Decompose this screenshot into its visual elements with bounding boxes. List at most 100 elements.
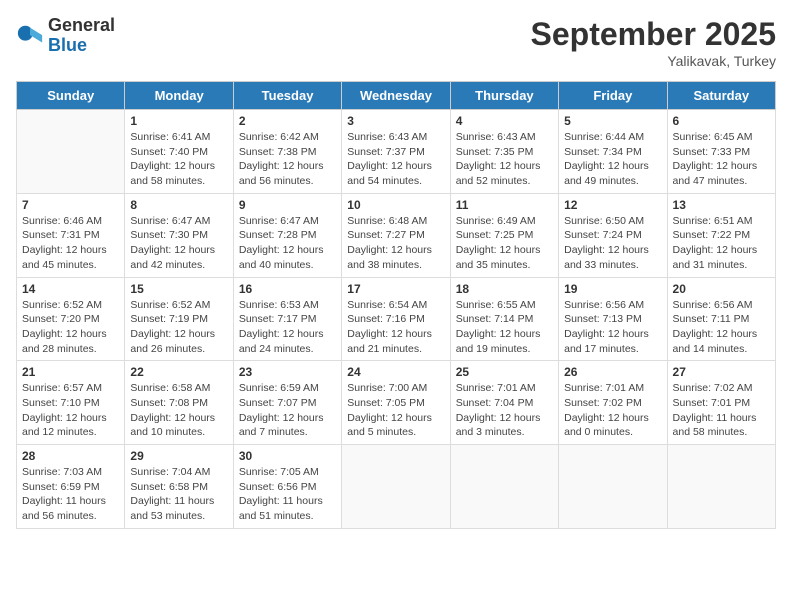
day-number: 7	[22, 198, 119, 212]
day-info: Sunrise: 6:56 AM Sunset: 7:13 PM Dayligh…	[564, 298, 661, 357]
day-info: Sunrise: 7:05 AM Sunset: 6:56 PM Dayligh…	[239, 465, 336, 524]
day-number: 12	[564, 198, 661, 212]
day-info: Sunrise: 6:56 AM Sunset: 7:11 PM Dayligh…	[673, 298, 770, 357]
calendar-day-cell: 7 Sunrise: 6:46 AM Sunset: 7:31 PM Daylig…	[17, 193, 125, 277]
calendar-week-row: 7 Sunrise: 6:46 AM Sunset: 7:31 PM Daylig…	[17, 193, 776, 277]
day-info: Sunrise: 6:43 AM Sunset: 7:37 PM Dayligh…	[347, 130, 444, 189]
calendar-body: 1 Sunrise: 6:41 AM Sunset: 7:40 PM Daylig…	[17, 110, 776, 529]
day-number: 13	[673, 198, 770, 212]
calendar-day-cell: 4Sunrise: 6:43 AM Sunset: 7:35 PM Daylig…	[450, 110, 558, 194]
day-number: 10	[347, 198, 444, 212]
calendar-day-cell: 24Sunrise: 7:00 AM Sunset: 7:05 PM Dayli…	[342, 361, 450, 445]
day-info: Sunrise: 6:46 AM Sunset: 7:31 PM Dayligh…	[22, 214, 119, 273]
page-header: General Blue September 2025 Yalikavak, T…	[16, 16, 776, 69]
calendar-day-cell: 15Sunrise: 6:52 AM Sunset: 7:19 PM Dayli…	[125, 277, 233, 361]
day-number: 15	[130, 282, 227, 296]
calendar-day-cell: 19 Sunrise: 6:56 AM Sunset: 7:13 PM Dayli…	[559, 277, 667, 361]
day-number: 26	[564, 365, 661, 379]
day-info: Sunrise: 6:52 AM Sunset: 7:20 PM Dayligh…	[22, 298, 119, 357]
weekday-header-cell: Thursday	[450, 82, 558, 110]
day-number: 30	[239, 449, 336, 463]
day-number: 23	[239, 365, 336, 379]
day-info: Sunrise: 6:49 AM Sunset: 7:25 PM Dayligh…	[456, 214, 553, 273]
day-info: Sunrise: 6:47 AM Sunset: 7:28 PM Dayligh…	[239, 214, 336, 273]
calendar-day-cell: 20 Sunrise: 6:56 AM Sunset: 7:11 PM Dayli…	[667, 277, 775, 361]
day-number: 8	[130, 198, 227, 212]
logo-text: General Blue	[48, 16, 115, 56]
calendar-day-cell: 10Sunrise: 6:48 AM Sunset: 7:27 PM Dayli…	[342, 193, 450, 277]
day-number: 6	[673, 114, 770, 128]
logo-general: General	[48, 16, 115, 36]
day-info: Sunrise: 6:59 AM Sunset: 7:07 PM Dayligh…	[239, 381, 336, 440]
day-info: Sunrise: 7:04 AM Sunset: 6:58 PM Dayligh…	[130, 465, 227, 524]
calendar-day-cell: 11 Sunrise: 6:49 AM Sunset: 7:25 PM Dayli…	[450, 193, 558, 277]
day-info: Sunrise: 7:00 AM Sunset: 7:05 PM Dayligh…	[347, 381, 444, 440]
day-number: 25	[456, 365, 553, 379]
calendar-week-row: 1 Sunrise: 6:41 AM Sunset: 7:40 PM Daylig…	[17, 110, 776, 194]
calendar-day-cell: 6 Sunrise: 6:45 AM Sunset: 7:33 PM Daylig…	[667, 110, 775, 194]
calendar-day-cell: 1 Sunrise: 6:41 AM Sunset: 7:40 PM Daylig…	[125, 110, 233, 194]
calendar-day-cell: 12 Sunrise: 6:50 AM Sunset: 7:24 PM Dayli…	[559, 193, 667, 277]
day-number: 16	[239, 282, 336, 296]
day-info: Sunrise: 7:03 AM Sunset: 6:59 PM Dayligh…	[22, 465, 119, 524]
calendar-week-row: 14 Sunrise: 6:52 AM Sunset: 7:20 PM Dayli…	[17, 277, 776, 361]
weekday-header-row: SundayMondayTuesdayWednesdayThursdayFrid…	[17, 82, 776, 110]
weekday-header-cell: Monday	[125, 82, 233, 110]
calendar-day-cell: 5Sunrise: 6:44 AM Sunset: 7:34 PM Daylig…	[559, 110, 667, 194]
day-info: Sunrise: 6:55 AM Sunset: 7:14 PM Dayligh…	[456, 298, 553, 357]
calendar-day-cell	[667, 445, 775, 529]
weekday-header-cell: Sunday	[17, 82, 125, 110]
calendar-day-cell	[450, 445, 558, 529]
day-info: Sunrise: 7:01 AM Sunset: 7:02 PM Dayligh…	[564, 381, 661, 440]
calendar-day-cell: 29 Sunrise: 7:04 AM Sunset: 6:58 PM Dayli…	[125, 445, 233, 529]
calendar-day-cell: 14 Sunrise: 6:52 AM Sunset: 7:20 PM Dayli…	[17, 277, 125, 361]
day-number: 22	[130, 365, 227, 379]
day-number: 14	[22, 282, 119, 296]
day-info: Sunrise: 6:45 AM Sunset: 7:33 PM Dayligh…	[673, 130, 770, 189]
calendar-day-cell: 25 Sunrise: 7:01 AM Sunset: 7:04 PM Dayli…	[450, 361, 558, 445]
calendar-day-cell: 30 Sunrise: 7:05 AM Sunset: 6:56 PM Dayli…	[233, 445, 341, 529]
logo-icon	[16, 22, 44, 50]
calendar-day-cell: 27Sunrise: 7:02 AM Sunset: 7:01 PM Dayli…	[667, 361, 775, 445]
day-number: 29	[130, 449, 227, 463]
logo-blue: Blue	[48, 36, 115, 56]
day-info: Sunrise: 6:41 AM Sunset: 7:40 PM Dayligh…	[130, 130, 227, 189]
day-info: Sunrise: 6:58 AM Sunset: 7:08 PM Dayligh…	[130, 381, 227, 440]
calendar-day-cell: 26 Sunrise: 7:01 AM Sunset: 7:02 PM Dayli…	[559, 361, 667, 445]
calendar-day-cell: 13 Sunrise: 6:51 AM Sunset: 7:22 PM Dayli…	[667, 193, 775, 277]
calendar-day-cell: 16 Sunrise: 6:53 AM Sunset: 7:17 PM Dayli…	[233, 277, 341, 361]
day-number: 19	[564, 282, 661, 296]
month-info: September 2025 Yalikavak, Turkey	[531, 16, 776, 69]
calendar-day-cell: 8Sunrise: 6:47 AM Sunset: 7:30 PM Daylig…	[125, 193, 233, 277]
day-info: Sunrise: 6:57 AM Sunset: 7:10 PM Dayligh…	[22, 381, 119, 440]
calendar-day-cell: 23 Sunrise: 6:59 AM Sunset: 7:07 PM Dayli…	[233, 361, 341, 445]
day-number: 4	[456, 114, 553, 128]
weekday-header-cell: Saturday	[667, 82, 775, 110]
day-number: 28	[22, 449, 119, 463]
calendar-day-cell: 3Sunrise: 6:43 AM Sunset: 7:37 PM Daylig…	[342, 110, 450, 194]
calendar-day-cell: 9 Sunrise: 6:47 AM Sunset: 7:28 PM Daylig…	[233, 193, 341, 277]
day-info: Sunrise: 6:42 AM Sunset: 7:38 PM Dayligh…	[239, 130, 336, 189]
day-info: Sunrise: 7:01 AM Sunset: 7:04 PM Dayligh…	[456, 381, 553, 440]
calendar-day-cell: 18Sunrise: 6:55 AM Sunset: 7:14 PM Dayli…	[450, 277, 558, 361]
calendar-day-cell: 22 Sunrise: 6:58 AM Sunset: 7:08 PM Dayli…	[125, 361, 233, 445]
calendar-day-cell: 2Sunrise: 6:42 AM Sunset: 7:38 PM Daylig…	[233, 110, 341, 194]
weekday-header-cell: Friday	[559, 82, 667, 110]
day-number: 20	[673, 282, 770, 296]
logo: General Blue	[16, 16, 115, 56]
day-info: Sunrise: 6:54 AM Sunset: 7:16 PM Dayligh…	[347, 298, 444, 357]
day-info: Sunrise: 6:53 AM Sunset: 7:17 PM Dayligh…	[239, 298, 336, 357]
day-number: 1	[130, 114, 227, 128]
calendar-day-cell: 21Sunrise: 6:57 AM Sunset: 7:10 PM Dayli…	[17, 361, 125, 445]
day-info: Sunrise: 6:51 AM Sunset: 7:22 PM Dayligh…	[673, 214, 770, 273]
day-number: 9	[239, 198, 336, 212]
calendar-day-cell: 17 Sunrise: 6:54 AM Sunset: 7:16 PM Dayli…	[342, 277, 450, 361]
day-number: 17	[347, 282, 444, 296]
calendar-table: SundayMondayTuesdayWednesdayThursdayFrid…	[16, 81, 776, 529]
calendar-day-cell	[342, 445, 450, 529]
day-info: Sunrise: 6:50 AM Sunset: 7:24 PM Dayligh…	[564, 214, 661, 273]
calendar-day-cell	[559, 445, 667, 529]
day-number: 11	[456, 198, 553, 212]
calendar-week-row: 28 Sunrise: 7:03 AM Sunset: 6:59 PM Dayli…	[17, 445, 776, 529]
calendar-week-row: 21Sunrise: 6:57 AM Sunset: 7:10 PM Dayli…	[17, 361, 776, 445]
